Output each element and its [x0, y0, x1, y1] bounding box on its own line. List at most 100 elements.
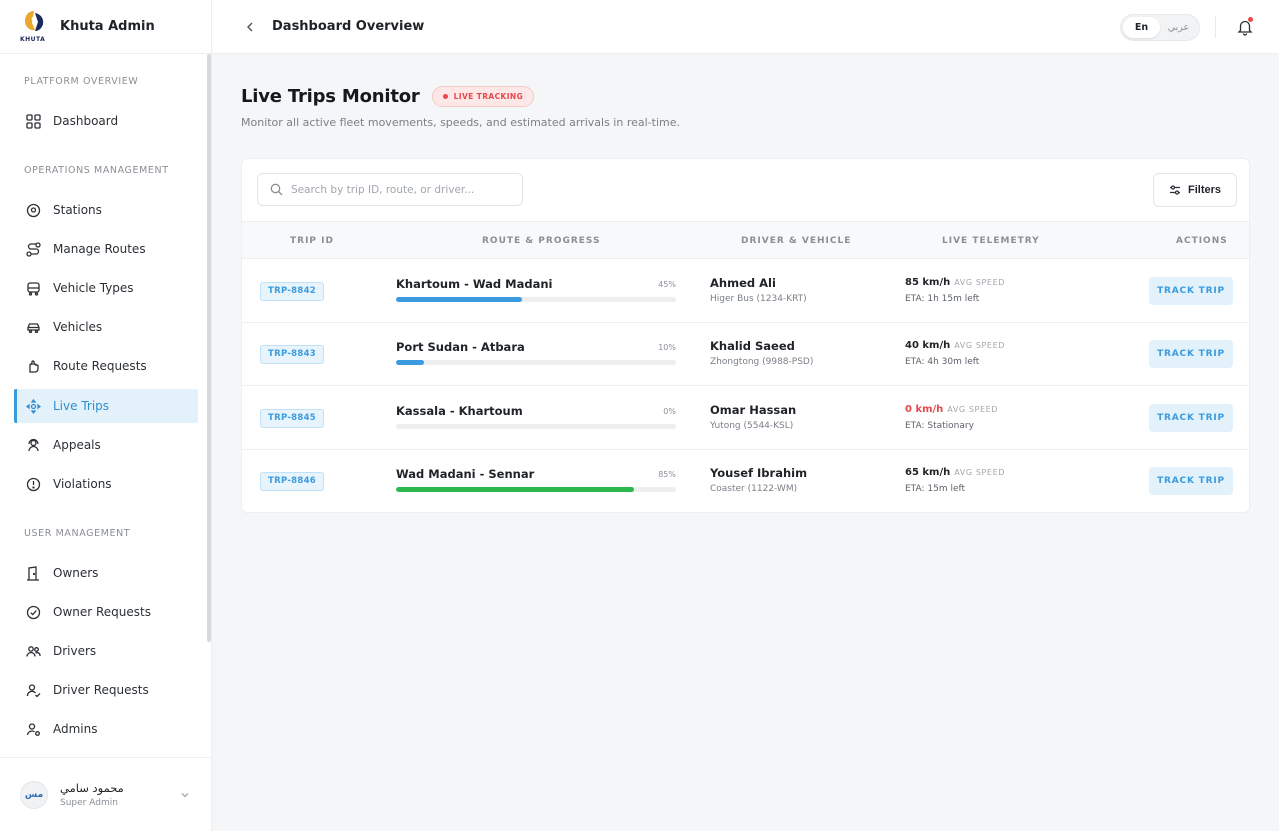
track-trip-button[interactable]: TRACK TRIP: [1149, 277, 1233, 305]
language-toggle[interactable]: En عربي: [1120, 14, 1200, 41]
user-profile[interactable]: مس محمود سامي Super Admin: [0, 757, 212, 831]
progress-percent: 85%: [658, 470, 676, 479]
eta-text: ETA: 4h 30m left: [905, 357, 980, 367]
vehicle-info: Yutong (5544-KSL): [710, 421, 794, 431]
sidebar-item-stations[interactable]: Stations: [14, 193, 198, 227]
vehicle-info: Coaster (1122-WM): [710, 484, 798, 494]
section-title-platform: PLATFORM OVERVIEW: [24, 76, 139, 87]
sidebar-item-owners[interactable]: Owners: [14, 556, 198, 590]
live-dot-icon: [442, 94, 448, 99]
sidebar-item-drivers[interactable]: Drivers: [14, 634, 198, 668]
sidebar-item-manage-routes[interactable]: Manage Routes: [14, 232, 198, 266]
track-trip-button[interactable]: TRACK TRIP: [1149, 404, 1233, 432]
sidebar-item-vehicle-types[interactable]: Vehicle Types: [14, 271, 198, 305]
trip-id-badge[interactable]: TRP-8846: [260, 472, 325, 491]
route-name: Kassala - Khartoum: [396, 404, 523, 418]
lang-option-ar[interactable]: عربي: [1160, 17, 1197, 38]
sidebar-scrollbar[interactable]: [207, 54, 211, 642]
speed-label: AVG SPEED: [954, 278, 1005, 287]
eta-text: ETA: 15m left: [905, 484, 966, 494]
hand-icon: [25, 358, 41, 374]
sidebar-item-label: Dashboard: [53, 114, 119, 128]
sidebar-item-violations[interactable]: Violations: [14, 467, 198, 501]
driver-name: Ahmed Ali: [710, 276, 776, 290]
sidebar-item-label: Appeals: [53, 438, 101, 452]
filters-button[interactable]: Filters: [1153, 173, 1237, 207]
sidebar-item-driver-requests[interactable]: Driver Requests: [14, 673, 198, 707]
live-tracking-badge: LIVE TRACKING: [431, 86, 535, 107]
sidebar-item-label: Stations: [53, 203, 102, 217]
avatar: مس: [20, 780, 48, 809]
sidebar-item-label: Manage Routes: [53, 242, 146, 256]
speed-value: 40 km/h AVG SPEED: [905, 340, 1005, 351]
divider: [1215, 16, 1216, 38]
sidebar-item-label: Owner Requests: [53, 605, 151, 619]
progress-percent: 45%: [658, 280, 676, 289]
column-header-route: ROUTE & PROGRESS: [482, 236, 601, 246]
progress-bar: [396, 487, 676, 492]
trip-id-badge[interactable]: TRP-8843: [260, 345, 325, 364]
car-icon: [25, 319, 41, 335]
search-box[interactable]: [257, 173, 523, 206]
progress-fill: [396, 487, 634, 492]
trip-id-badge[interactable]: TRP-8842: [260, 282, 325, 301]
speed-text: 40 km/h: [905, 340, 951, 351]
table-row: TRP-8846 Wad Madani - Sennar 85% Yousef …: [242, 450, 1249, 512]
sidebar-item-label: Owners: [53, 566, 99, 580]
search-icon: [270, 183, 283, 196]
progress-bar: [396, 297, 676, 302]
logo-word: KHUTA: [20, 35, 46, 43]
brand-name: Khuta Admin: [60, 19, 155, 34]
back-button[interactable]: [240, 17, 260, 37]
track-trip-button[interactable]: TRACK TRIP: [1149, 467, 1233, 495]
route-name: Khartoum - Wad Madani: [396, 277, 553, 291]
sidebar-item-label: Live Trips: [53, 399, 110, 413]
column-header-trip-id: TRIP ID: [290, 236, 334, 246]
sidebar-item-owner-requests[interactable]: Owner Requests: [14, 595, 198, 629]
title-row: Live Trips Monitor LIVE TRACKING: [241, 86, 535, 107]
progress-fill: [396, 360, 424, 365]
notification-dot: [1248, 17, 1253, 22]
filters-label: Filters: [1187, 184, 1221, 196]
route-name: Wad Madani - Sennar: [396, 467, 535, 481]
route-name: Port Sudan - Atbara: [396, 340, 525, 354]
user-cog-icon: [25, 721, 41, 737]
progress-fill: [396, 297, 522, 302]
users-headset-icon: [25, 437, 41, 453]
sidebar-item-appeals[interactable]: Appeals: [14, 428, 198, 462]
speed-text: 0 km/h: [905, 404, 944, 415]
track-trip-button[interactable]: TRACK TRIP: [1149, 340, 1233, 368]
lang-option-en[interactable]: En: [1123, 17, 1160, 38]
chevron-down-icon[interactable]: [180, 790, 190, 800]
speed-value: 65 km/h AVG SPEED: [905, 467, 1005, 478]
sidebar-item-vehicles[interactable]: Vehicles: [14, 310, 198, 344]
trip-id-badge[interactable]: TRP-8845: [260, 409, 325, 428]
door-icon: [25, 565, 41, 581]
vehicle-info: Higer Bus (1234-KRT): [710, 294, 807, 304]
page-title: Dashboard Overview: [272, 19, 425, 34]
bus-icon: [25, 280, 41, 296]
sidebar-item-label: Route Requests: [53, 359, 147, 373]
progress-percent: 10%: [658, 343, 676, 352]
speed-label: AVG SPEED: [954, 468, 1005, 477]
driver-name: Omar Hassan: [710, 403, 797, 417]
column-header-actions: ACTIONS: [1176, 236, 1228, 246]
users-icon: [25, 643, 41, 659]
main-title: Live Trips Monitor: [241, 86, 420, 107]
sidebar-item-admins[interactable]: Admins: [14, 712, 198, 746]
logo: KHUTA: [20, 9, 50, 45]
sidebar-item-dashboard[interactable]: Dashboard: [14, 104, 198, 138]
search-input[interactable]: [291, 183, 511, 196]
speed-text: 65 km/h: [905, 467, 951, 478]
table-row: TRP-8843 Port Sudan - Atbara 10% Khalid …: [242, 323, 1249, 386]
route-icon: [25, 241, 41, 257]
sidebar-item-live-trips[interactable]: Live Trips: [14, 389, 198, 423]
top-header: Dashboard Overview En عربي: [212, 0, 1279, 54]
sidebar-item-route-requests[interactable]: Route Requests: [14, 349, 198, 383]
speed-text: 85 km/h: [905, 277, 951, 288]
main-subtitle: Monitor all active fleet movements, spee…: [241, 116, 680, 129]
check-circle-icon: [25, 604, 41, 620]
brand[interactable]: KHUTA Khuta Admin: [0, 0, 211, 54]
speed-value: 85 km/h AVG SPEED: [905, 277, 1005, 288]
progress-bar: [396, 360, 676, 365]
